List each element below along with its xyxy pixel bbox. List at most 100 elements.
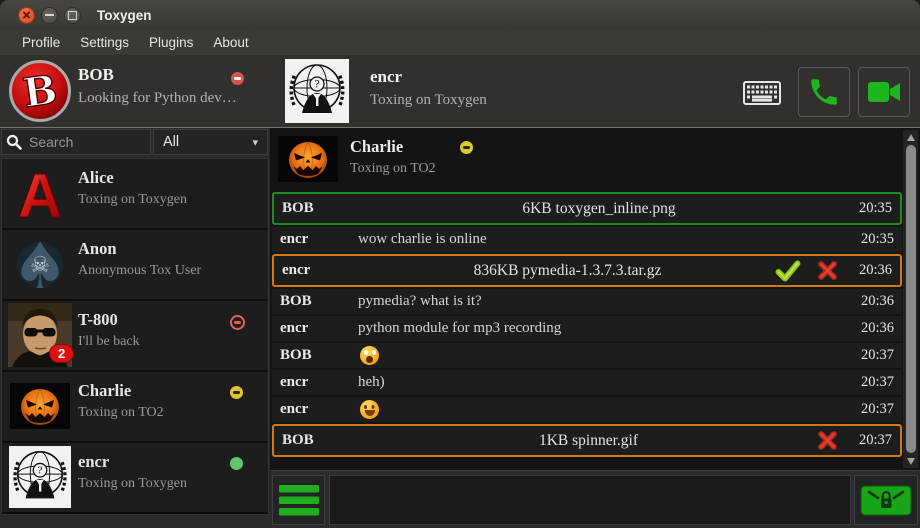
- pumpkin-avatar: [278, 136, 338, 182]
- contact-row-encr[interactable]: ?encrToxing on Toxygen: [2, 443, 268, 512]
- chat-scrollbar[interactable]: [903, 130, 918, 468]
- contact-status-message: Toxing on Toxygen: [78, 192, 187, 208]
- toxygen-window: Toxygen Profile Settings Plugins About B…: [0, 0, 920, 528]
- self-name: BOB: [78, 65, 114, 85]
- chat-peer-header: Charlie Toxing on TO2: [272, 130, 900, 190]
- bob-logo-avatar[interactable]: B: [8, 59, 72, 123]
- message-text: python module for mp3 recording: [358, 320, 854, 337]
- message-sender: BOB: [272, 347, 358, 364]
- chat-panel: Charlie Toxing on TO2 BOB6KB toxygen_inl…: [270, 128, 920, 528]
- message-text: pymedia? what is it?: [358, 293, 854, 310]
- active-chat-name: encr: [370, 67, 402, 87]
- self-status-message: Looking for Python dev…: [78, 90, 237, 107]
- message-text: [358, 346, 854, 365]
- message-sender: BOB: [274, 432, 360, 449]
- pumpkin-avatar: [8, 374, 72, 438]
- composer: [270, 470, 920, 528]
- search-row: All ▾: [0, 128, 270, 156]
- contact-status-message: Anonymous Tox User: [78, 263, 201, 279]
- send-button-area: [854, 475, 918, 525]
- active-chat-card: ? encr Toxing on Toxygen: [270, 55, 920, 127]
- message-row: encrwow charlie is online20:35: [272, 227, 902, 252]
- message-time: 20:36: [852, 262, 900, 279]
- letter-a-avatar: A: [8, 161, 72, 225]
- audio-call-button[interactable]: [798, 67, 850, 117]
- message-row: BOB 20:37: [272, 343, 902, 368]
- video-call-button[interactable]: [858, 67, 910, 117]
- message-time: 20:35: [852, 200, 900, 217]
- menu-profile[interactable]: Profile: [12, 32, 70, 53]
- spade-skull-avatar: ♠☠: [8, 232, 72, 296]
- search-input[interactable]: [27, 133, 150, 151]
- contact-row-anon[interactable]: ♠☠ Anon Anonymous Tox User: [2, 230, 268, 299]
- message-time: 20:36: [854, 293, 902, 310]
- file-transfer-row: BOB6KB toxygen_inline.png 20:35: [272, 192, 902, 225]
- contact-filter-dropdown[interactable]: All ▾: [153, 129, 268, 155]
- video-camera-icon: [865, 77, 903, 107]
- svg-text:?: ?: [314, 80, 319, 91]
- accept-file-button[interactable]: [775, 260, 801, 282]
- message-sender: encr: [272, 320, 358, 337]
- message-sender: encr: [272, 374, 358, 391]
- contact-status-message: I'll be back: [78, 334, 140, 350]
- hamburger-menu-icon: [279, 484, 319, 517]
- message-time: 20:37: [854, 374, 902, 391]
- contact-row-t-800[interactable]: T-800I'll be back2: [2, 301, 268, 370]
- scroll-up-icon[interactable]: [903, 130, 918, 144]
- search-box: [1, 129, 151, 155]
- close-icon[interactable]: [18, 7, 35, 24]
- message-text: [358, 400, 854, 419]
- message-row: BOBpymedia? what is it?20:36: [272, 289, 902, 314]
- chat-peer-status-message: Toxing on TO2: [350, 161, 436, 177]
- contact-row-alice[interactable]: A Alice Toxing on Toxygen: [2, 159, 268, 228]
- contact-status-message: Toxing on TO2: [78, 405, 164, 421]
- maximize-icon[interactable]: [64, 7, 81, 24]
- contact-filter-value: All: [163, 134, 179, 150]
- anonymous-mask-avatar: ?: [285, 59, 349, 123]
- busy-status-icon: [230, 315, 245, 330]
- menu-plugins[interactable]: Plugins: [139, 32, 203, 53]
- smile-emoji-icon: [360, 400, 379, 419]
- contact-name: Alice: [78, 168, 114, 188]
- message-menu-button[interactable]: [272, 475, 325, 525]
- message-sender: encr: [272, 231, 358, 248]
- self-profile-card: B BOB Looking for Python dev…: [0, 55, 270, 127]
- message-list: BOB6KB toxygen_inline.png20:35encrwow ch…: [272, 192, 902, 459]
- message-time: 20:37: [852, 432, 900, 449]
- message-input[interactable]: [329, 475, 851, 525]
- anonymous-mask-avatar: ?: [8, 445, 72, 509]
- scrollbar-thumb[interactable]: [906, 145, 916, 453]
- contact-name: encr: [78, 452, 109, 472]
- file-transfer-label: 6KB toxygen_inline.png: [360, 200, 838, 218]
- svg-text:A: A: [18, 162, 63, 225]
- online-status-icon: [230, 457, 243, 470]
- message-sender: BOB: [274, 200, 360, 217]
- contact-list: A Alice Toxing on Toxygen ♠☠ Anon Anonymous T…: [1, 158, 269, 515]
- message-row: encrheh)20:37: [272, 370, 902, 395]
- scroll-down-icon[interactable]: [903, 454, 918, 468]
- phone-icon: [807, 75, 841, 109]
- menu-settings[interactable]: Settings: [70, 32, 139, 53]
- window-title: Toxygen: [97, 8, 152, 23]
- message-time: 20:37: [854, 347, 902, 364]
- message-sender: encr: [274, 262, 360, 279]
- contact-row-charlie[interactable]: CharlieToxing on TO2: [2, 372, 268, 441]
- file-actions: [775, 260, 838, 282]
- unread-badge: 2: [49, 344, 74, 363]
- shocked-emoji-icon: [360, 346, 379, 365]
- decline-file-button[interactable]: [817, 260, 838, 281]
- message-time: 20:36: [854, 320, 902, 337]
- message-sender: BOB: [272, 293, 358, 310]
- svg-text:☠: ☠: [30, 253, 50, 278]
- header: B BOB Looking for Python dev… ?: [0, 55, 920, 128]
- contact-name: Anon: [78, 239, 117, 259]
- minimize-icon[interactable]: [41, 7, 58, 24]
- decline-file-button[interactable]: [817, 430, 838, 451]
- file-transfer-label: 1KB spinner.gif: [360, 432, 817, 450]
- file-transfer-row: BOB1KB spinner.gif 20:37: [272, 424, 902, 457]
- file-transfer-row: encr836KB pymedia-1.3.7.3.tar.gz20:36: [272, 254, 902, 287]
- menu-about[interactable]: About: [203, 32, 258, 53]
- keyboard-icon[interactable]: [743, 81, 781, 110]
- menubar: Profile Settings Plugins About: [0, 30, 920, 55]
- send-button[interactable]: [860, 485, 912, 516]
